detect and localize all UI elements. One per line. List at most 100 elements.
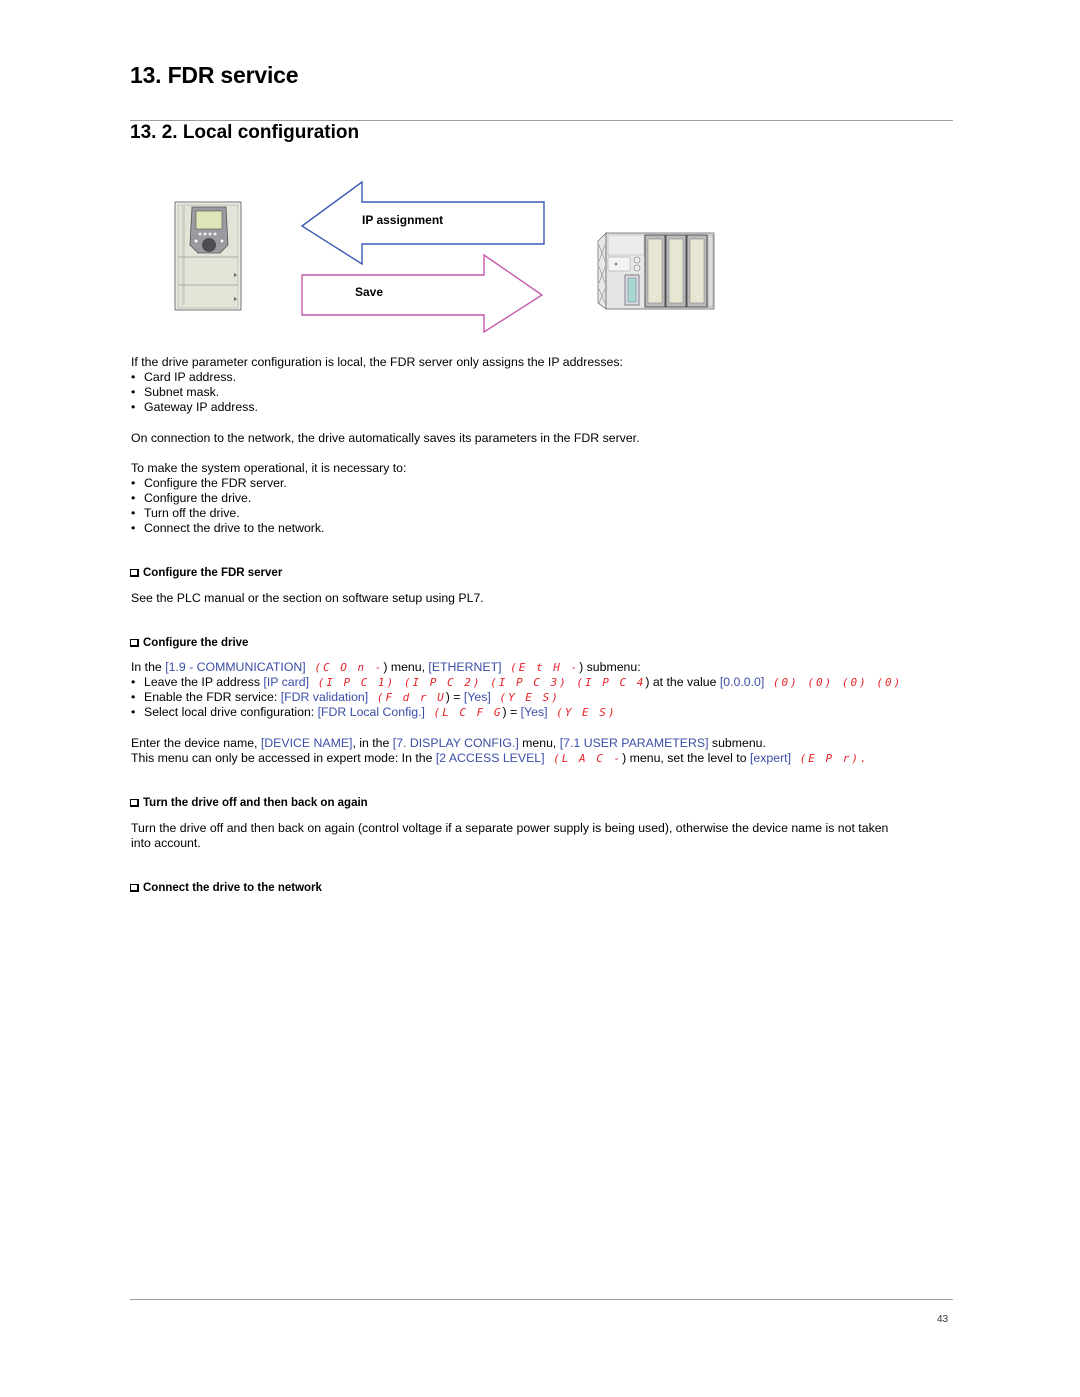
restart-text-line2: into account. (131, 836, 201, 850)
subheading-text: Connect the drive to the network (143, 882, 322, 894)
chapter-title: 13. FDR service (130, 62, 299, 88)
subheading-connect: Connect the drive to the network (130, 881, 322, 896)
text: menu, (518, 736, 560, 750)
bullet-text: Subnet mask. (144, 385, 220, 399)
paren: ( (544, 752, 562, 765)
footer-divider (130, 1299, 953, 1300)
value-yes: [Yes] (520, 705, 548, 719)
value-ip: [0.0.0.0] (719, 675, 765, 689)
bullet-text: Configure the drive. (144, 491, 252, 505)
code-fdru: F d r U (385, 691, 446, 704)
arrows (300, 180, 545, 334)
paren: ). (851, 752, 869, 765)
ip-assignment-label: IP assignment (362, 213, 444, 227)
code-zero: 0 (781, 676, 791, 689)
text: ) menu, (383, 660, 429, 674)
fdr-server-text: See the PLC manual or the section on sof… (131, 591, 484, 605)
subheading-text: Configure the FDR server (143, 567, 283, 579)
paren: ( (791, 752, 809, 765)
operational-bullet: • Turn off the drive. (131, 506, 240, 520)
code-yes: Y E S (508, 691, 552, 704)
paren: ) ( (859, 676, 886, 689)
connection-text: On connection to the network, the drive … (131, 431, 640, 445)
paren: ( (501, 661, 519, 674)
paren: ) (551, 691, 560, 704)
subheading-fdr-server: Configure the FDR server (130, 566, 282, 581)
bullet-text: Gateway IP address. (144, 400, 258, 414)
checkbox-square-icon (130, 884, 139, 892)
paren: ) ( (824, 676, 851, 689)
subheading-restart: Turn the drive off and then back on agai… (130, 796, 368, 811)
text: Leave the IP address (144, 675, 264, 689)
code-ipc4: I P C 4 (584, 676, 646, 689)
paren: ( (547, 706, 565, 719)
operational-bullet: • Connect the drive to the network. (131, 521, 325, 535)
code-yes: Y E S (564, 706, 608, 719)
bullet-text: Card IP address. (144, 370, 237, 384)
text: Select local drive configuration: (144, 705, 318, 719)
operational-text: To make the system operational, it is ne… (131, 461, 407, 475)
text: In the (131, 660, 166, 674)
save-arrow (301, 253, 544, 334)
paren: ) ( (472, 676, 499, 689)
header-divider (130, 120, 953, 121)
bullet-text: Configure the FDR server. (144, 476, 287, 490)
code-com: C O n - (322, 661, 384, 674)
restart-text-line1: Turn the drive off and then back on agai… (131, 821, 889, 835)
menu-ref-communication: [1.9 - COMMUNICATION] (165, 660, 306, 674)
drive-menu-line: In the [1.9 - COMMUNICATION] (C O n - ()… (131, 660, 641, 675)
page-number: 43 (937, 1314, 949, 1325)
bullet-text: Connect the drive to the network. (144, 521, 325, 535)
paren: ( (309, 676, 327, 689)
menu-ref-display-config: [7. DISPLAY CONFIG.] (392, 736, 519, 750)
drive-icon (174, 201, 242, 311)
paren: ) (607, 706, 617, 719)
text: ) = (502, 705, 521, 719)
plc-icon (597, 232, 715, 310)
text: ) submenu: (579, 660, 641, 674)
code-zero: 0 (816, 676, 825, 689)
code-zero: 0 (850, 676, 860, 689)
checkbox-square-icon (130, 799, 139, 807)
paren: ( (368, 691, 386, 704)
text: This menu can only be accessed in expert… (131, 751, 436, 765)
paren: ( (424, 706, 443, 719)
text: ) at the value (645, 675, 720, 689)
code-lcfg: L C F G (442, 706, 503, 719)
code-eth: E t H - (518, 661, 580, 674)
intro-bullet: • Card IP address. (131, 370, 237, 384)
intro-bullet: • Gateway IP address. (131, 400, 258, 414)
value-yes: [Yes] (463, 690, 491, 704)
save-label: Save (355, 285, 384, 299)
section-title: 13. 2. Local configuration (130, 122, 360, 143)
code-ipc2: I P C 2 (412, 676, 473, 689)
paren: ( (764, 676, 782, 689)
operational-bullet: • Configure the FDR server. (131, 476, 287, 490)
subheading-drive: Configure the drive (130, 636, 248, 651)
paren: ( (305, 661, 323, 674)
menu-ref-access-level: [2 ACCESS LEVEL] (435, 751, 545, 765)
paren: ) (893, 676, 903, 689)
checkbox-square-icon (130, 639, 139, 647)
text: ) = (445, 690, 464, 704)
param-fdr-local-config: [FDR Local Config.] (317, 705, 425, 719)
menu-ref-user-parameters: [7.1 USER PARAMETERS] (559, 736, 709, 750)
text: submenu. (708, 736, 766, 750)
paren: ) ( (559, 676, 585, 689)
text: Enter the device name, (131, 736, 261, 750)
code-ipc1: I P C 1 (326, 676, 387, 689)
subheading-text: Configure the drive (143, 637, 249, 649)
intro-bullet: • Subnet mask. (131, 385, 220, 399)
code-zero: 0 (885, 676, 894, 689)
text: ) menu, set the level to (622, 751, 750, 765)
paren: ( (490, 691, 509, 704)
param-device-name: [DEVICE NAME] (260, 736, 353, 750)
menu-ref-ethernet: [ETHERNET] (428, 660, 502, 674)
code-ipc3: I P C 3 (498, 676, 560, 689)
text: Enable the FDR service: (144, 690, 281, 704)
intro-text: If the drive parameter configuration is … (131, 355, 623, 369)
text: , in the (352, 736, 393, 750)
paren: ) ( (790, 676, 817, 689)
subheading-text: Turn the drive off and then back on agai… (143, 797, 368, 809)
checkbox-square-icon (130, 569, 139, 577)
